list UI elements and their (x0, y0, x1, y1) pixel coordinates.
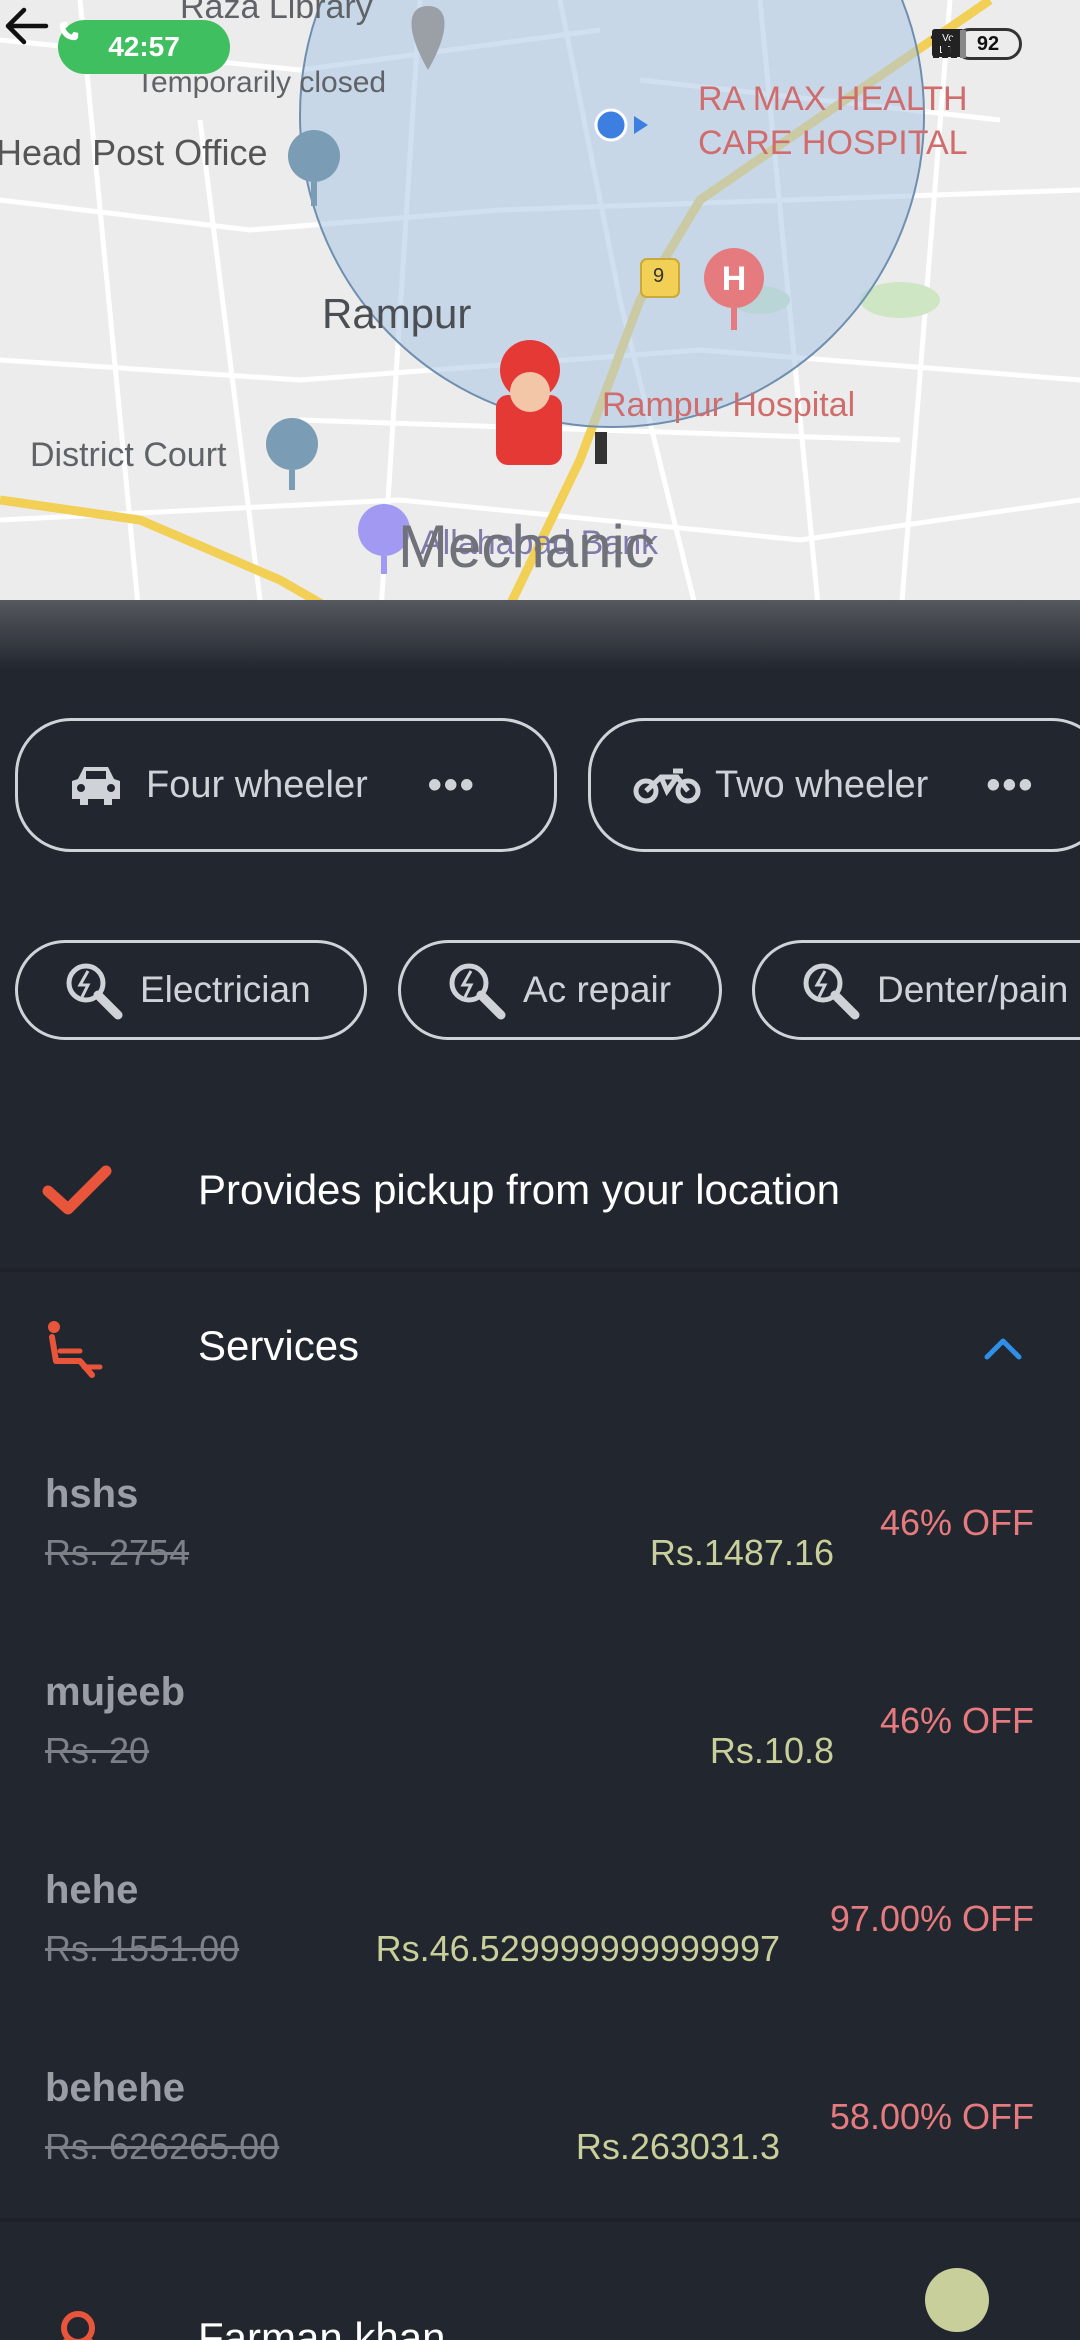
back-arrow-icon[interactable] (0, 0, 52, 52)
service-chip-electrician[interactable]: Electrician (15, 940, 367, 1040)
battery-level: 92 (976, 32, 1000, 55)
phone-icon (59, 21, 79, 41)
motorcycle-icon (633, 768, 701, 804)
vehicle-chip-label: Two wheeler (715, 763, 929, 806)
map-label-ramax-1: RA MAX HEALTH (698, 80, 968, 118)
vehicle-chip-label: Four wheeler (146, 763, 368, 806)
service-item-original-price: Rs. 2754 (45, 1532, 190, 1573)
service-item-discount: 46% OFF (879, 1502, 1034, 1543)
service-chip-label: Denter/pain (877, 969, 1069, 1010)
map-label-head-post-office: Head Post Office (0, 132, 268, 173)
seat-icon (48, 1321, 103, 1378)
vehicle-chip-four-wheeler[interactable]: Four wheeler ••• (15, 718, 557, 852)
owner-name: Farman khan (198, 2314, 446, 2340)
services-title: Services (198, 1322, 360, 1369)
car-icon (72, 767, 120, 805)
map-road-number: 9 (653, 265, 665, 287)
service-item-original-price: Rs. 626265.00 (45, 2126, 280, 2167)
map-label-district-court: District Court (30, 436, 227, 474)
location-pin-icon (61, 2311, 95, 2340)
pickup-label: Provides pickup from your location (198, 1166, 840, 1213)
service-item-name: hshs (45, 1472, 139, 1516)
vehicle-chip-two-wheeler[interactable]: Two wheeler ••• (588, 718, 1080, 852)
service-item[interactable]: hshs Rs. 2754 Rs.1487.16 46% OFF (0, 1460, 1080, 1600)
service-item-price: Rs.46.529999999999997 (375, 1928, 780, 1969)
service-item-price: Rs.1487.16 (649, 1532, 834, 1573)
service-item-original-price: Rs. 1551.00 (45, 1928, 240, 1969)
service-item-price: Rs.10.8 (709, 1730, 834, 1771)
wrench-bolt-icon (449, 963, 506, 1020)
services-header[interactable]: Services (0, 1272, 1080, 1428)
more-dots-icon[interactable]: ••• (428, 763, 476, 808)
service-chip-label: Electrician (140, 969, 311, 1010)
chevron-up-icon[interactable] (983, 1335, 1023, 1361)
service-chip-ac-repair[interactable]: Ac repair (398, 940, 722, 1040)
svg-text:H: H (722, 260, 747, 298)
signal-icon-2 (932, 30, 966, 58)
avatar[interactable] (925, 2268, 989, 2332)
status-icons: VoLTE 4G VoLTE 92 (931, 28, 1022, 60)
map-label-ramax-2: CARE HOSPITAL (698, 124, 968, 162)
more-dots-icon-2[interactable]: ••• (986, 763, 1034, 808)
wrench-bolt-icon (66, 963, 123, 1020)
service-item-discount: 46% OFF (879, 1700, 1034, 1741)
checkmark-icon (42, 1165, 112, 1215)
map-label-rampur: Rampur (322, 290, 472, 337)
service-item-price: Rs.263031.3 (575, 2126, 780, 2167)
ongoing-call-pill[interactable]: 42:57 (58, 20, 230, 74)
call-timer: 42:57 (108, 31, 180, 62)
service-item[interactable]: mujeeb Rs. 20 Rs.10.8 46% OFF (0, 1658, 1080, 1798)
service-item-name: behehe (45, 2066, 186, 2110)
owner-row[interactable]: Farman khan (0, 2222, 1080, 2340)
service-item-name: hehe (45, 1868, 139, 1912)
service-chip-label: Ac repair (523, 969, 672, 1010)
service-item-name: mujeeb (45, 1670, 186, 1714)
wrench-bolt-icon (803, 963, 860, 1020)
map-fade (0, 600, 1080, 670)
service-item-discount: 97.00% OFF (829, 1898, 1034, 1939)
service-item-discount: 58.00% OFF (829, 2096, 1034, 2137)
service-item-original-price: Rs. 20 (45, 1730, 150, 1771)
map-label-rampur-hospital: Rampur Hospital (602, 386, 856, 424)
service-chip-denter[interactable]: Denter/pain (752, 940, 1080, 1040)
pickup-row: Provides pickup from your location (0, 1112, 1080, 1268)
service-item[interactable]: behehe Rs. 626265.00 Rs.263031.3 58.00% … (0, 2054, 1080, 2194)
map-overlay-title: Mechanic (398, 513, 655, 580)
mechanic-detail-screen: H Raza Library Temporarily closed Head P… (0, 0, 1080, 2340)
service-item[interactable]: hehe Rs. 1551.00 Rs.46.529999999999997 9… (0, 1856, 1080, 1996)
map-view[interactable]: H Raza Library Temporarily closed Head P… (0, 0, 1080, 626)
